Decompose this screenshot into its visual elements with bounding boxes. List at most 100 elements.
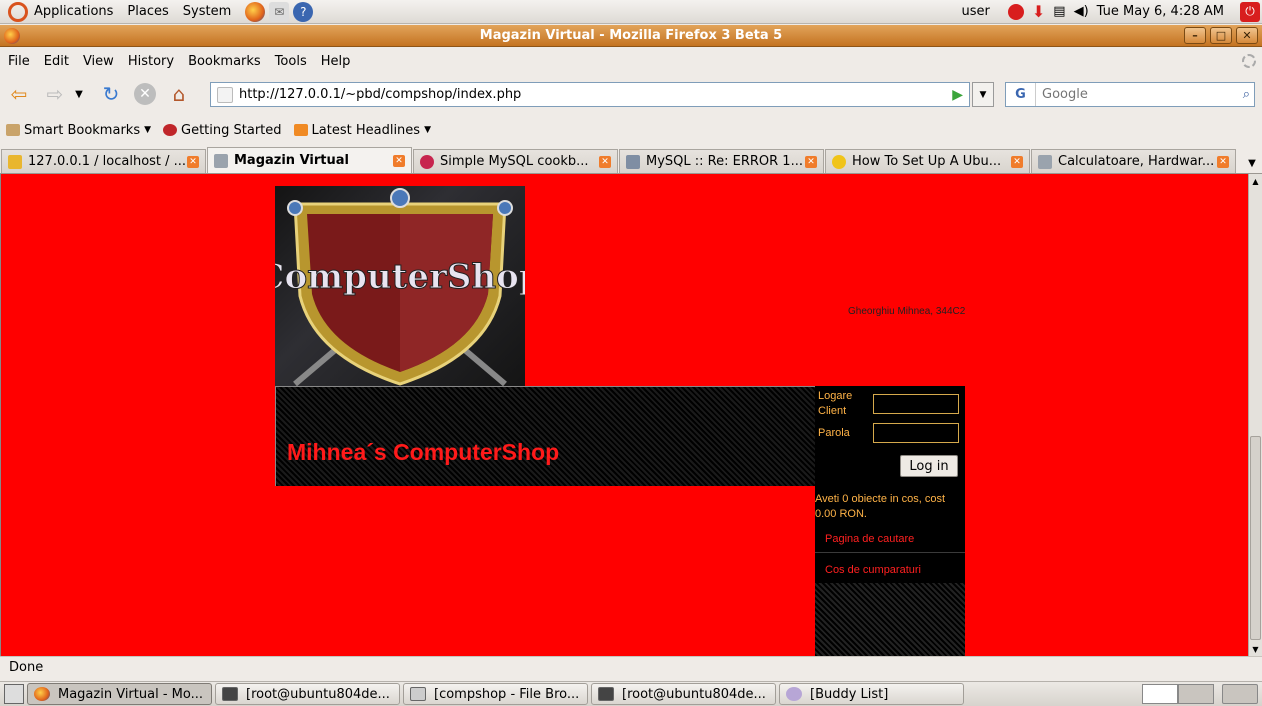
tab-mysql-error[interactable]: MySQL :: Re: ERROR 1... ✕ xyxy=(619,149,824,173)
trash-icon[interactable] xyxy=(1222,684,1258,704)
tab-calculatoare[interactable]: Calculatoare, Hardwar... ✕ xyxy=(1031,149,1236,173)
menu-history[interactable]: History xyxy=(128,54,174,69)
sidebar-pattern xyxy=(815,583,965,656)
volume-icon[interactable]: ◀) xyxy=(1074,4,1089,19)
menu-tools[interactable]: Tools xyxy=(275,54,307,69)
taskbar-label: [compshop - File Bro... xyxy=(434,686,580,702)
window-titlebar[interactable]: Magazin Virtual - Mozilla Firefox 3 Beta… xyxy=(0,25,1262,47)
phpmyadmin-favicon-icon xyxy=(8,154,22,169)
taskbar-item-terminal-1[interactable]: [root@ubuntu804de... xyxy=(215,683,400,705)
workspace-1[interactable] xyxy=(1142,684,1178,704)
menu-help[interactable]: Help xyxy=(321,54,351,69)
close-tab-icon[interactable]: ✕ xyxy=(393,154,405,167)
bookmark-latest-headlines[interactable]: Latest Headlines ▼ xyxy=(293,123,431,138)
firefox-launcher-icon[interactable] xyxy=(245,1,266,22)
minimize-button[interactable]: – xyxy=(1184,27,1206,44)
taskbar-label: [root@ubuntu804de... xyxy=(246,686,390,702)
page-content: ComputerShop Gheorghiu Mihnea, 344C2 Mih… xyxy=(0,174,1248,656)
shield-logo-image: ComputerShop xyxy=(275,188,525,386)
throbber-icon xyxy=(1242,54,1256,68)
places-menu[interactable]: Places xyxy=(127,4,168,19)
reload-icon[interactable]: ↻ xyxy=(98,81,124,107)
scroll-down-icon[interactable]: ▼ xyxy=(1249,642,1262,656)
search-icon[interactable]: ⌕ xyxy=(1243,87,1250,102)
menu-edit[interactable]: Edit xyxy=(44,54,69,69)
gnome-top-panel: Applications Places System ✉ ? user ⬇ ▤ … xyxy=(0,0,1262,24)
navigation-toolbar: ⇦ ⇨ ▼ ↻ ✕ ⌂ ▶ ▼ G ⌕ xyxy=(0,76,1262,112)
help-launcher-icon[interactable]: ? xyxy=(293,1,314,22)
update-notifier-icon[interactable]: ⬇ xyxy=(1032,2,1045,21)
firefox-window-icon[interactable] xyxy=(4,28,20,44)
page-favicon-icon xyxy=(1038,154,1052,169)
url-bar[interactable]: ▶ xyxy=(210,82,970,107)
vertical-scrollbar[interactable]: ▲ ▼ xyxy=(1248,174,1262,656)
close-tab-icon[interactable]: ✕ xyxy=(599,155,611,168)
system-menu[interactable]: System xyxy=(183,4,231,19)
close-tab-icon[interactable]: ✕ xyxy=(1217,155,1229,168)
clock[interactable]: Tue May 6, 4:28 AM xyxy=(1097,4,1224,19)
window-title: Magazin Virtual - Mozilla Firefox 3 Beta… xyxy=(479,28,783,43)
taskbar-item-file-browser[interactable]: [compshop - File Bro... xyxy=(403,683,588,705)
tab-list-chevron-icon[interactable]: ▼ xyxy=(1244,153,1260,173)
update-blocked-icon[interactable] xyxy=(1007,3,1024,20)
terminal-icon xyxy=(598,687,614,701)
applications-menu[interactable]: Applications xyxy=(34,4,113,19)
firefox-icon xyxy=(34,687,50,701)
menu-view[interactable]: View xyxy=(83,54,114,69)
file-browser-icon xyxy=(410,687,426,701)
lightbulb-favicon-icon xyxy=(832,154,846,169)
tab-how-to-set-up[interactable]: How To Set Up A Ubu... ✕ xyxy=(825,149,1030,173)
close-window-button[interactable]: ✕ xyxy=(1236,27,1258,44)
bookmark-smart-bookmarks[interactable]: Smart Bookmarks ▼ xyxy=(6,123,151,138)
chevron-down-icon: ▼ xyxy=(424,125,431,135)
stop-icon[interactable]: ✕ xyxy=(134,83,156,105)
back-arrow-icon[interactable]: ⇦ xyxy=(6,81,32,107)
show-desktop-icon[interactable] xyxy=(4,684,24,704)
maximize-button[interactable]: □ xyxy=(1210,27,1232,44)
sidebar-divider xyxy=(815,552,965,553)
user-name[interactable]: user xyxy=(962,4,990,19)
bookmark-label: Smart Bookmarks xyxy=(24,122,141,138)
home-icon[interactable]: ⌂ xyxy=(166,81,192,107)
tab-label: How To Set Up A Ubu... xyxy=(852,154,1002,169)
menu-file[interactable]: File xyxy=(8,54,30,69)
tab-label: Simple MySQL cookb... xyxy=(440,154,589,169)
workspace-2[interactable] xyxy=(1178,684,1214,704)
forward-arrow-icon[interactable]: ⇨ xyxy=(42,81,68,107)
getting-started-icon xyxy=(163,124,178,136)
bookmark-getting-started[interactable]: Getting Started xyxy=(163,123,282,138)
go-arrow-icon[interactable]: ▶ xyxy=(952,87,963,103)
ubuntu-logo-icon[interactable] xyxy=(8,1,28,22)
close-tab-icon[interactable]: ✕ xyxy=(1011,155,1023,168)
tab-magazin-virtual[interactable]: Magazin Virtual ✕ xyxy=(207,147,412,173)
search-engine-icon[interactable]: G xyxy=(1006,83,1036,106)
scroll-thumb[interactable] xyxy=(1250,436,1261,640)
taskbar-label: [root@ubuntu804de... xyxy=(622,686,766,702)
client-login-input[interactable] xyxy=(873,394,959,414)
url-dropdown-icon[interactable]: ▼ xyxy=(972,82,994,107)
mail-launcher-icon[interactable]: ✉ xyxy=(269,1,290,22)
network-icon[interactable]: ▤ xyxy=(1053,4,1065,19)
workspace-switcher[interactable] xyxy=(1142,684,1258,704)
cart-summary: Aveti 0 obiecte in cos, cost 0.00 RON. xyxy=(815,493,946,520)
close-tab-icon[interactable]: ✕ xyxy=(187,155,199,168)
taskbar-item-firefox[interactable]: Magazin Virtual - Mo... xyxy=(27,683,212,705)
close-tab-icon[interactable]: ✕ xyxy=(805,155,817,168)
search-input[interactable] xyxy=(1036,87,1243,102)
taskbar-item-terminal-2[interactable]: [root@ubuntu804de... xyxy=(591,683,776,705)
scroll-up-icon[interactable]: ▲ xyxy=(1249,174,1262,188)
url-input[interactable] xyxy=(239,87,953,102)
rss-feed-icon xyxy=(293,124,308,136)
search-bar[interactable]: G ⌕ xyxy=(1005,82,1255,107)
password-input[interactable] xyxy=(873,423,959,443)
pidgin-icon xyxy=(786,687,802,701)
menu-bookmarks[interactable]: Bookmarks xyxy=(188,54,261,69)
search-page-link[interactable]: Pagina de cautare xyxy=(825,533,914,545)
history-dropdown-icon[interactable]: ▼ xyxy=(72,81,86,107)
login-button[interactable]: Log in xyxy=(900,455,958,477)
tab-localhost[interactable]: 127.0.0.1 / localhost / ... ✕ xyxy=(1,149,206,173)
power-icon[interactable]: ⏻ xyxy=(1240,1,1260,22)
tab-simple-mysql[interactable]: Simple MySQL cookb... ✕ xyxy=(413,149,618,173)
taskbar-item-buddy-list[interactable]: [Buddy List] xyxy=(779,683,964,705)
shopping-cart-link[interactable]: Cos de cumparaturi xyxy=(825,564,921,576)
